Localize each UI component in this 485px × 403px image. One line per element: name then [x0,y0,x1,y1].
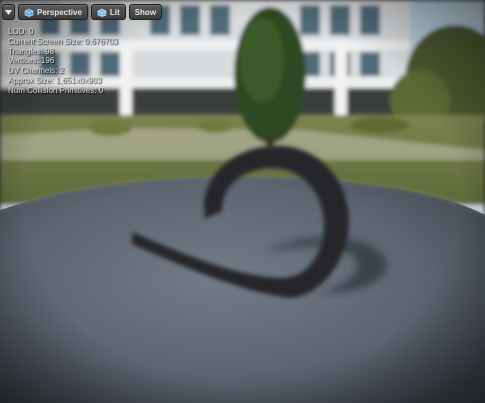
chevron-down-icon [4,8,14,17]
perspective-cube-icon [24,8,34,17]
mesh-stats-overlay: LOD: 0 Current Screen Size: 0.676703 Tri… [8,27,118,96]
viewport-toolbar: Perspective Lit Show [2,4,163,20]
viewport[interactable]: Perspective Lit Show LOD: 0 Current Scre… [0,0,485,403]
stat-collision-primitives: Num Collision Primitives: 0 [8,85,104,95]
show-flags-button[interactable]: Show [128,4,163,20]
show-label: Show [134,7,157,17]
lit-sphere-icon [97,8,107,17]
perspective-button[interactable]: Perspective [18,4,88,20]
stat-approx-size: Approx Size: 1,651x0x903 [8,75,102,85]
viewport-options-button[interactable] [2,4,15,20]
lit-label: Lit [109,7,120,17]
perspective-label: Perspective [37,7,82,17]
stat-triangles: Triangles: 98 [8,46,54,56]
lit-view-mode-button[interactable]: Lit [90,4,126,20]
stat-screen-size: Current Screen Size: 0.676703 [8,36,118,46]
stat-lod: LOD: 0 [8,27,34,36]
stat-vertices: Vertices: 196 [8,56,55,66]
stat-uv-channels: UV Channels: 2 [8,66,65,76]
